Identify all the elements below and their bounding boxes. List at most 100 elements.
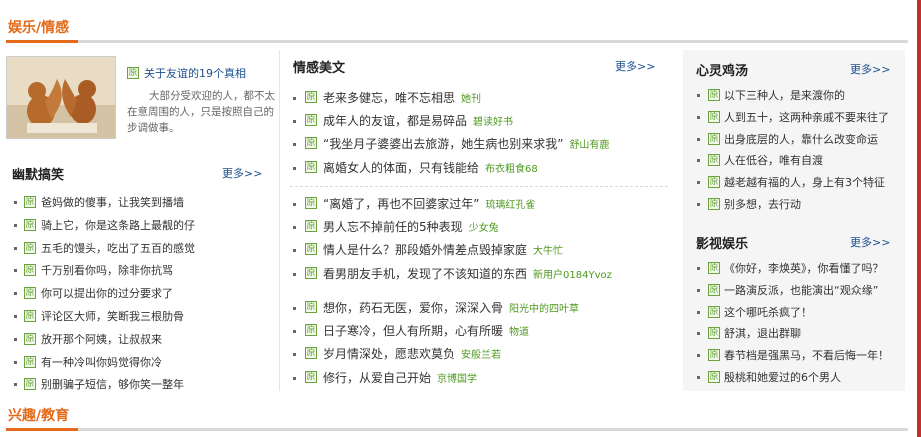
item-text[interactable]: 老来多健忘，唯不忘相思: [323, 91, 455, 105]
list-item[interactable]: 原放开那个阿姨，让叔叔来: [14, 329, 279, 352]
list-item[interactable]: 原评论区大师，笑断我三根肋骨: [14, 306, 279, 329]
item-title[interactable]: 评论区大师，笑断我三根肋骨: [41, 308, 184, 324]
list-item[interactable]: 原舒淇，退出群聊: [697, 324, 902, 346]
list-item[interactable]: 原五毛的馒头，吃出了五百的感觉: [14, 238, 279, 261]
list-item[interactable]: 原有一种冷叫你妈觉得你冷: [14, 352, 279, 375]
list-item[interactable]: 原人在低谷，唯有自渡: [697, 151, 902, 173]
item-title[interactable]: 以下三种人，是来渡你的: [724, 87, 845, 103]
list-item[interactable]: 原殷桃和她爱过的6个男人: [697, 368, 902, 390]
item-text[interactable]: 看男朋友手机，发现了不该知道的东西: [323, 267, 527, 281]
list-item[interactable]: 原情人是什么？那段婚外情差点毁掉家庭 大牛忙: [293, 240, 673, 263]
section-title[interactable]: 兴趣/教育: [8, 405, 69, 425]
item-title[interactable]: 千万别看你吗，除非你抗骂: [41, 262, 173, 278]
item-title[interactable]: 想你，药石无医，爱你，深深入骨 阳光中的四叶草: [323, 299, 579, 316]
item-text[interactable]: 成年人的友谊，都是易碎品: [323, 114, 467, 128]
item-title[interactable]: 离婚女人的体面，只有钱能给 布衣粗食68: [323, 159, 538, 176]
item-title[interactable]: 看男朋友手机，发现了不该知道的东西 新用户0184Yvoz: [323, 265, 612, 282]
item-title[interactable]: “离婚了，再也不回婆家过年” 琉璃红孔雀: [323, 195, 535, 212]
author-link[interactable]: 大牛忙: [533, 246, 563, 257]
item-title[interactable]: 越老越有福的人，身上有3个特征: [724, 174, 885, 190]
author-link[interactable]: 她刊: [461, 94, 481, 105]
list-item[interactable]: 原你可以提出你的过分要求了: [14, 283, 279, 306]
item-title[interactable]: 成年人的友谊，都是易碎品 碧读好书: [323, 112, 513, 129]
author-link[interactable]: 碧读好书: [473, 117, 513, 128]
list-item[interactable]: 原离婚女人的体面，只有钱能给 布衣粗食68: [293, 158, 673, 181]
item-text[interactable]: 男人忘不掉前任的5种表现: [323, 220, 463, 234]
list-item[interactable]: 原出身底层的人，靠什么改变命运: [697, 130, 902, 152]
item-title[interactable]: 修行，从爱自己开始 京博国学: [323, 369, 477, 386]
item-title[interactable]: 骑上它，你是这条路上最靓的仔: [41, 217, 195, 233]
list-item[interactable]: 原别删骗子短信，够你笑一整年: [14, 374, 279, 397]
list-item[interactable]: 原以下三种人，是来渡你的: [697, 86, 902, 108]
item-title[interactable]: 《你好，李焕英》，你看懂了吗？: [724, 260, 884, 276]
list-item[interactable]: 原岁月情深处，愿悲欢莫负 安般兰若: [293, 344, 673, 367]
item-title[interactable]: 爸妈做的傻事，让我笑到播墙: [41, 194, 184, 210]
soul-more-link[interactable]: 更多>>: [850, 61, 890, 77]
item-text[interactable]: “我坐月子婆婆出去旅游，她生病也别来求我”: [323, 137, 563, 151]
list-item[interactable]: 原越老越有福的人，身上有3个特征: [697, 173, 902, 195]
list-item[interactable]: 原日子寒冷，但人有所期，心有所暖 物道: [293, 321, 673, 344]
author-link[interactable]: 琉璃红孔雀: [485, 200, 535, 211]
list-item[interactable]: 原爸妈做的傻事，让我笑到播墙: [14, 192, 279, 215]
item-text[interactable]: 离婚女人的体面，只有钱能给: [323, 161, 479, 175]
item-title[interactable]: 日子寒冷，但人有所期，心有所暖 物道: [323, 322, 529, 339]
item-title[interactable]: 有一种冷叫你妈觉得你冷: [41, 354, 162, 370]
item-title[interactable]: 五毛的馒头，吃出了五百的感觉: [41, 240, 195, 256]
item-title[interactable]: 殷桃和她爱过的6个男人: [724, 369, 841, 385]
list-item[interactable]: 原人到五十，这两种亲戚不要来往了: [697, 108, 902, 130]
author-link[interactable]: 物道: [509, 327, 529, 338]
list-item[interactable]: 原男人忘不掉前任的5种表现 少女兔: [293, 217, 673, 240]
author-link[interactable]: 京博国学: [437, 374, 477, 385]
featured-title[interactable]: 关于友谊的19个真相: [144, 65, 246, 81]
item-title[interactable]: 一路演反派，也能演出“观众缘”: [724, 282, 878, 298]
item-title[interactable]: 男人忘不掉前任的5种表现 少女兔: [323, 218, 499, 235]
item-title[interactable]: “我坐月子婆婆出去旅游，她生病也别来求我” 舒山有鹿: [323, 135, 609, 152]
item-text[interactable]: 想你，药石无医，爱你，深深入骨: [323, 301, 503, 315]
section-title[interactable]: 娱乐/情感: [8, 17, 69, 37]
item-title[interactable]: 出身底层的人，靠什么改变命运: [724, 131, 878, 147]
item-title[interactable]: 春节档是强黑马，不看后悔一年！: [724, 347, 889, 363]
author-link[interactable]: 安般兰若: [461, 350, 501, 361]
author-link[interactable]: 舒山有鹿: [569, 140, 609, 151]
list-item[interactable]: 原 “我坐月子婆婆出去旅游，她生病也别来求我” 舒山有鹿: [293, 134, 673, 157]
list-item[interactable]: 原想你，药石无医，爱你，深深入骨 阳光中的四叶草: [293, 298, 673, 321]
list-item[interactable]: 原别多想，去行动: [697, 195, 902, 217]
list-item[interactable]: 原《你好，李焕英》，你看懂了吗？: [697, 259, 902, 281]
humor-more-link[interactable]: 更多>>: [222, 165, 262, 181]
author-link[interactable]: 新用户0184Yvoz: [533, 270, 612, 281]
list-item[interactable]: 原看男朋友手机，发现了不该知道的东西 新用户0184Yvoz: [293, 264, 673, 287]
list-item[interactable]: 原 “离婚了，再也不回婆家过年” 琉璃红孔雀: [293, 194, 673, 217]
list-item[interactable]: 原骑上它，你是这条路上最靓的仔: [14, 215, 279, 238]
original-badge: 原: [708, 262, 720, 274]
author-link[interactable]: 阳光中的四叶草: [509, 304, 579, 315]
item-title[interactable]: 人在低谷，唯有自渡: [724, 152, 823, 168]
item-title[interactable]: 岁月情深处，愿悲欢莫负 安般兰若: [323, 345, 501, 362]
list-item[interactable]: 原修行，从爱自己开始 京博国学: [293, 368, 673, 391]
list-item[interactable]: 原成年人的友谊，都是易碎品 碧读好书: [293, 111, 673, 134]
emotion-more-link[interactable]: 更多>>: [615, 58, 655, 74]
item-text[interactable]: 修行，从爱自己开始: [323, 371, 431, 385]
list-item[interactable]: 原一路演反派，也能演出“观众缘”: [697, 281, 902, 303]
author-link[interactable]: 少女兔: [469, 223, 499, 234]
item-text[interactable]: 情人是什么？那段婚外情差点毁掉家庭: [323, 243, 527, 257]
film-more-link[interactable]: 更多>>: [850, 234, 890, 250]
emotion-list-3: 原想你，药石无医，爱你，深深入骨 阳光中的四叶草原日子寒冷，但人有所期，心有所暖物…: [293, 298, 673, 391]
item-title[interactable]: 老来多健忘，唯不忘相思 她刊: [323, 89, 481, 106]
item-text[interactable]: 岁月情深处，愿悲欢莫负: [323, 347, 455, 361]
item-text[interactable]: 日子寒冷，但人有所期，心有所暖: [323, 324, 503, 338]
author-link[interactable]: 布衣粗食68: [485, 164, 538, 175]
squirrels-image[interactable]: [6, 56, 116, 139]
list-item[interactable]: 原春节档是强黑马，不看后悔一年！: [697, 346, 902, 368]
item-title[interactable]: 情人是什么？那段婚外情差点毁掉家庭 大牛忙: [323, 241, 563, 258]
item-title[interactable]: 你可以提出你的过分要求了: [41, 285, 173, 301]
list-item[interactable]: 原这个哪吒杀疯了！: [697, 303, 902, 325]
item-title[interactable]: 别删骗子短信，够你笑一整年: [41, 376, 184, 392]
item-title[interactable]: 别多想，去行动: [724, 196, 801, 212]
list-item[interactable]: 原老来多健忘，唯不忘相思 她刊: [293, 88, 673, 111]
item-title[interactable]: 人到五十，这两种亲戚不要来往了: [724, 109, 889, 125]
item-title[interactable]: 舒淇，退出群聊: [724, 325, 801, 341]
item-title[interactable]: 这个哪吒杀疯了！: [724, 304, 812, 320]
item-text[interactable]: “离婚了，再也不回婆家过年”: [323, 197, 479, 211]
item-title[interactable]: 放开那个阿姨，让叔叔来: [41, 331, 162, 347]
list-item[interactable]: 原千万别看你吗，除非你抗骂: [14, 260, 279, 283]
